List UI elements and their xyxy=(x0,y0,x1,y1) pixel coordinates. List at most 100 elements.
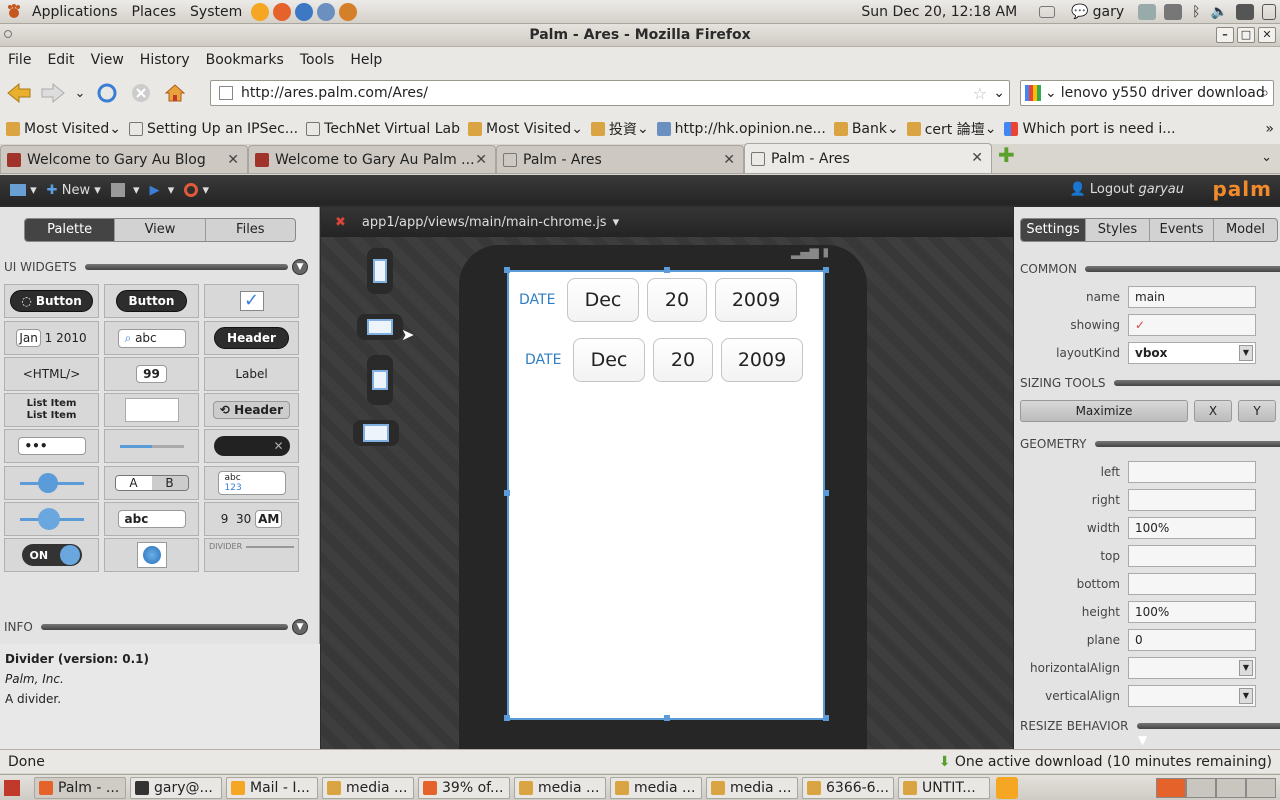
help-lifebuoy-icon[interactable]: ▾ xyxy=(184,183,209,198)
taskbar-media-4[interactable]: media ... xyxy=(706,776,798,799)
collapse-icon[interactable]: ▼ xyxy=(292,619,308,635)
resize-handle[interactable] xyxy=(664,715,670,721)
taskbar-media-1[interactable]: media ... xyxy=(322,776,414,799)
launcher-icon[interactable] xyxy=(251,2,270,21)
bookmark-investment[interactable]: 投資 ⌄ xyxy=(590,119,651,139)
evolution-launcher-icon[interactable] xyxy=(339,2,358,21)
tab-view[interactable]: View xyxy=(114,219,204,241)
widget-progress-pill[interactable]: ✕ xyxy=(204,429,299,463)
tools-menu-icon[interactable]: ▾ xyxy=(110,183,140,198)
menu-help[interactable]: Help xyxy=(342,52,390,68)
widget-button[interactable]: Button xyxy=(104,284,199,318)
tab-palm-ares[interactable]: Palm - Ares ✕ xyxy=(496,145,744,173)
user-menu[interactable]: gary xyxy=(1093,4,1125,20)
tab-list-icon[interactable]: ⌄ xyxy=(1261,150,1272,165)
name-field[interactable]: main xyxy=(1128,286,1256,308)
new-tab-plus-icon[interactable]: ✚ xyxy=(998,143,1015,167)
widget-web-view[interactable] xyxy=(104,538,199,572)
widget-header[interactable]: Header xyxy=(204,321,299,355)
widget-integer-picker[interactable]: 99 xyxy=(104,357,199,391)
bookmark-ipsec[interactable]: Setting Up an IPSec... xyxy=(128,121,300,137)
reload-icon[interactable] xyxy=(92,78,122,108)
tab-gary-palm[interactable]: Welcome to Gary Au Palm ... ✕ xyxy=(248,145,496,173)
logout-icon[interactable] xyxy=(1262,4,1276,20)
geometry-header[interactable]: GEOMETRY xyxy=(1014,435,1280,453)
widget-radio-button[interactable]: AB xyxy=(104,466,199,500)
maximize-button[interactable]: Maximize xyxy=(1020,400,1188,422)
taskbar-untitled[interactable]: UNTIT... xyxy=(898,776,990,799)
day-cell[interactable]: 20 xyxy=(653,338,713,382)
menu-history[interactable]: History xyxy=(132,52,198,68)
vertical-align-select[interactable]: ▼ xyxy=(1128,685,1256,707)
close-tab-icon[interactable]: ✕ xyxy=(227,152,239,168)
layout-kind-select[interactable]: vbox ▼ xyxy=(1128,342,1256,364)
workspace-2[interactable] xyxy=(1186,778,1216,798)
portrait-orientation-button[interactable] xyxy=(367,248,393,294)
plane-field[interactable]: 0 xyxy=(1128,629,1256,651)
bookmark-star-icon[interactable]: ☆ xyxy=(973,84,987,103)
common-header[interactable]: COMMON xyxy=(1014,260,1280,278)
close-window-button[interactable]: ✕ xyxy=(1258,27,1276,43)
workspace-switcher[interactable] xyxy=(1156,778,1276,798)
menu-edit[interactable]: Edit xyxy=(39,52,82,68)
sizing-tools-header[interactable]: SIZING TOOLS xyxy=(1014,374,1280,392)
widget-checkbox[interactable]: ✓ xyxy=(204,284,299,318)
close-file-icon[interactable]: ✖ xyxy=(335,215,346,230)
bookmark-bank[interactable]: Bank ⌄ xyxy=(833,121,901,137)
height-field[interactable]: 100% xyxy=(1128,601,1256,623)
close-tab-icon[interactable]: ✕ xyxy=(475,152,487,168)
landscape-orientation-button-2[interactable] xyxy=(353,420,399,446)
ui-widgets-header[interactable]: UI WIDGETS ▼ xyxy=(0,258,320,276)
places-menu[interactable]: Places xyxy=(125,4,184,20)
widget-text-field[interactable]: abc xyxy=(104,502,199,536)
bluetooth-icon[interactable]: ᛒ xyxy=(1192,4,1200,20)
left-field[interactable] xyxy=(1128,461,1256,483)
mail-icon[interactable] xyxy=(1039,6,1056,18)
network-icon[interactable] xyxy=(1138,4,1157,20)
right-field[interactable] xyxy=(1128,489,1256,511)
tab-palette[interactable]: Palette xyxy=(25,219,115,241)
year-cell[interactable]: 2009 xyxy=(721,338,803,382)
tab-events[interactable]: Events xyxy=(1149,219,1213,241)
bottom-field[interactable] xyxy=(1128,573,1256,595)
date-picker-2[interactable]: DATE Dec 20 2009 xyxy=(525,338,811,382)
search-bar[interactable]: ⌄ lenovo y550 driver download ⌕ xyxy=(1020,80,1274,106)
bookmarks-overflow-icon[interactable]: » xyxy=(1265,121,1274,137)
taskbar-download[interactable]: 39% of... xyxy=(418,776,510,799)
system-menu[interactable]: System xyxy=(183,4,249,20)
bookmark-cert[interactable]: cert 論壇 ⌄ xyxy=(906,119,999,139)
taskbar-firefox[interactable]: Palm - ... xyxy=(34,776,126,799)
site-identity-icon[interactable] xyxy=(219,86,233,100)
url-dropdown-icon[interactable]: ⌄ xyxy=(993,85,1005,101)
firefox-launcher-icon[interactable] xyxy=(273,2,292,21)
signal-icon[interactable] xyxy=(1164,4,1183,20)
volume-icon[interactable]: 🔈 xyxy=(1211,4,1228,20)
workspace-4[interactable] xyxy=(1246,778,1276,798)
widget-label[interactable]: Label xyxy=(204,357,299,391)
bookmark-which-port[interactable]: Which port is need i... xyxy=(1004,121,1177,137)
main-view[interactable]: DATE Dec 20 2009 DATE Dec 20 2009 xyxy=(507,270,825,720)
taskbar-media-2[interactable]: media ... xyxy=(514,776,606,799)
dropdown-arrow-icon[interactable]: ▼ xyxy=(1239,345,1253,361)
maximize-button[interactable]: □ xyxy=(1237,27,1255,43)
info-header[interactable]: INFO ▼ xyxy=(0,618,320,636)
dropdown-arrow-icon[interactable]: ▼ xyxy=(1239,660,1253,676)
forward-arrow-icon[interactable] xyxy=(38,78,68,108)
url-bar[interactable]: http://ares.palm.com/Ares/ ☆ ⌄ xyxy=(210,80,1010,106)
workspace-1[interactable] xyxy=(1156,778,1186,798)
tray-app-icon[interactable] xyxy=(996,776,1018,799)
stop-icon[interactable] xyxy=(126,78,156,108)
resize-handle[interactable] xyxy=(823,267,829,273)
widget-html[interactable]: <HTML/> xyxy=(4,357,99,391)
widget-slider[interactable] xyxy=(4,466,99,500)
tab-styles[interactable]: Styles xyxy=(1085,219,1149,241)
show-desktop-icon[interactable] xyxy=(4,779,20,796)
menu-tools[interactable]: Tools xyxy=(292,52,343,68)
tab-settings[interactable]: Settings xyxy=(1021,219,1085,241)
tab-files[interactable]: Files xyxy=(204,219,295,241)
chat-launcher-icon[interactable] xyxy=(317,2,336,21)
widget-date-picker[interactable]: Jan 1 2010 xyxy=(4,321,99,355)
history-dropdown-icon[interactable]: ⌄ xyxy=(72,78,88,108)
device-menu-icon[interactable]: ▾ xyxy=(10,183,37,198)
collapse-icon[interactable]: ▼ xyxy=(292,259,308,275)
